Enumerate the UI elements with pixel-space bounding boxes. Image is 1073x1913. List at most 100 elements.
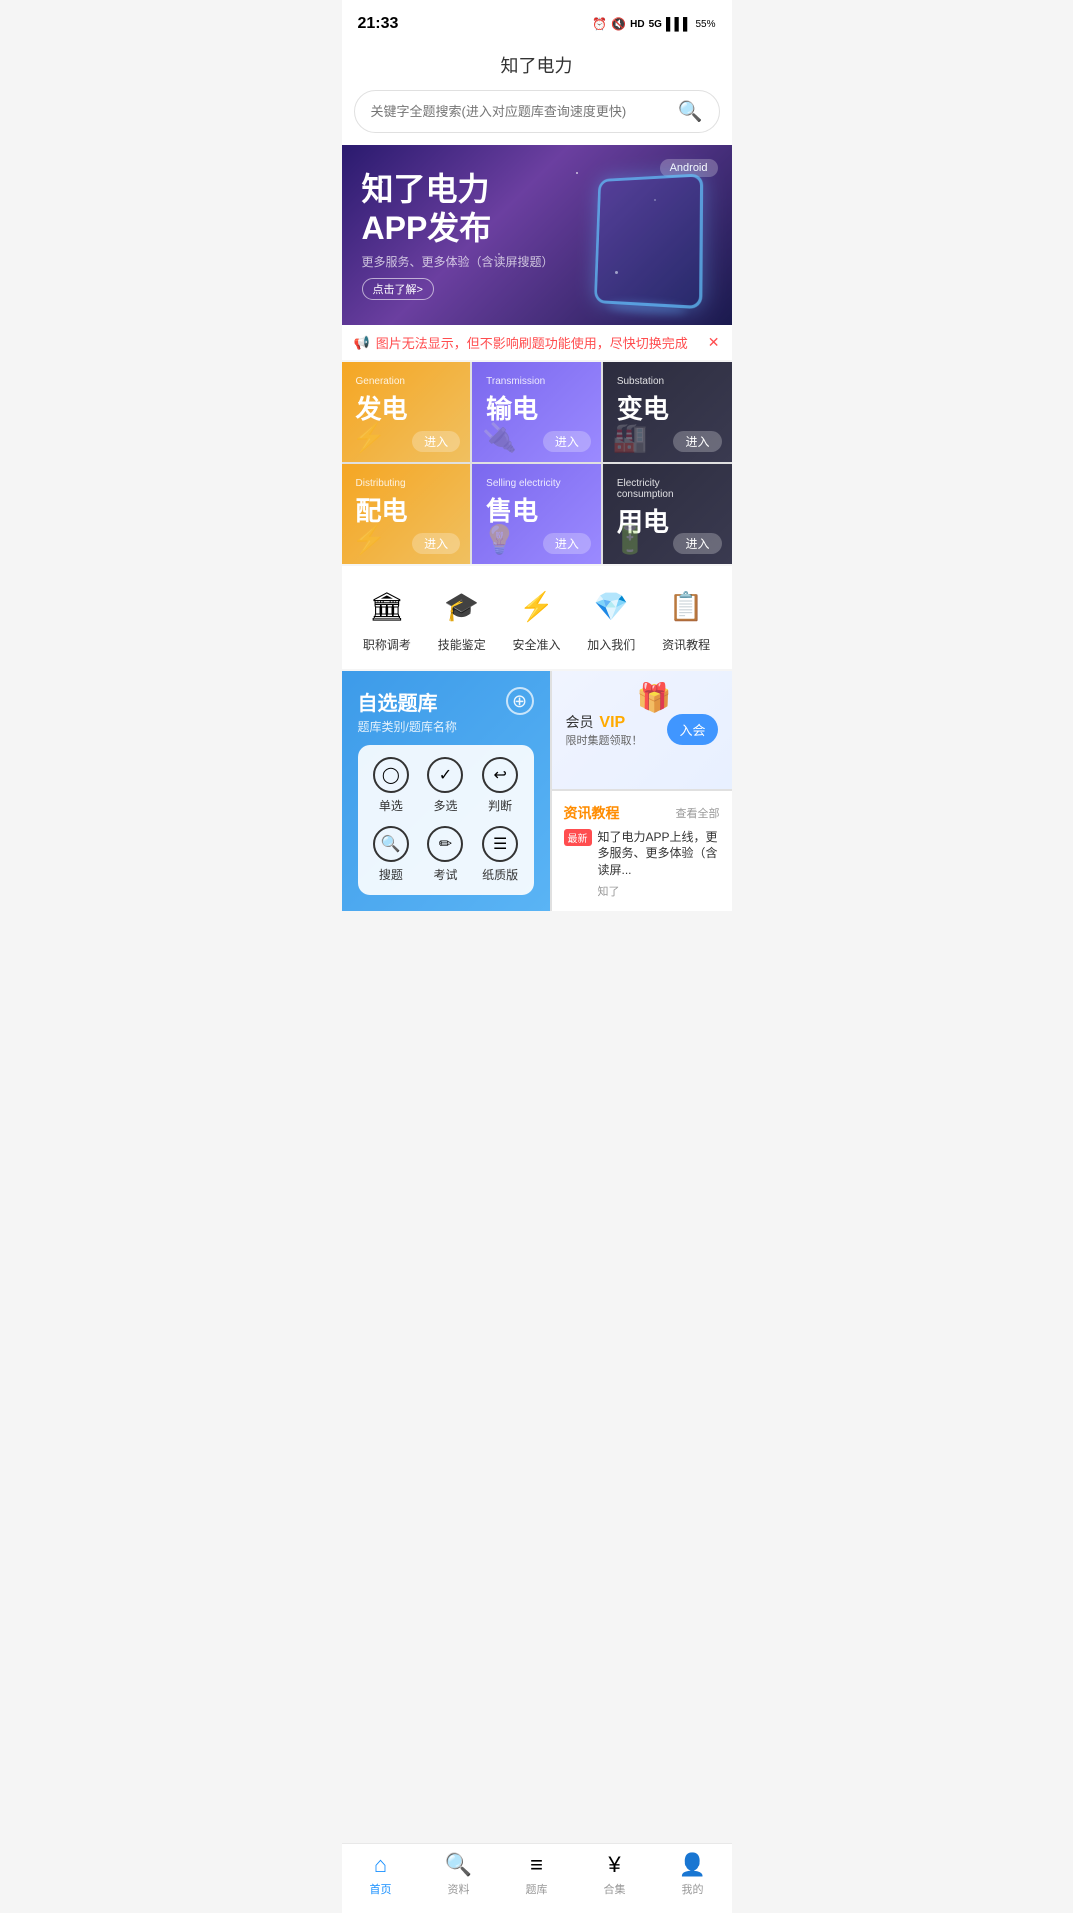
category-card-consumption[interactable]: Electricity consumption 用电 🔋 进入 <box>603 464 732 564</box>
category-en-distributing: Distributing <box>356 478 457 489</box>
bottom-navigation: ⌂ 首页 🔍 资料 ≡ 题库 ¥ 合集 👤 我的 <box>342 1843 732 1913</box>
nav-item-materials[interactable]: 🔍 资料 <box>429 1852 489 1897</box>
hd-icon: HD <box>630 19 644 30</box>
category-card-substation[interactable]: Substation 变电 🏭 进入 <box>603 362 732 462</box>
quick-link-safety[interactable]: ⚡ 安全准入 <box>512 582 560 653</box>
category-card-selling[interactable]: Selling electricity 售电 💡 进入 <box>472 464 601 564</box>
self-select-subtitle: 题库类别/题库名称 <box>358 718 534 735</box>
generation-enter-button[interactable]: 进入 <box>412 431 460 452</box>
bottom-section: ⊕ 自选题库 题库类别/题库名称 ◯ 单选 ✓ 多选 ↩ 判断 🔍 搜题 ✏ 考… <box>342 671 732 911</box>
news-item[interactable]: 最新 知了电力APP上线，更多服务、更多体验（含读屏... 知了 <box>564 829 720 899</box>
news-item-body: 知了电力APP上线，更多服务、更多体验（含读屏... 知了 <box>598 829 720 899</box>
transmission-enter-button[interactable]: 进入 <box>543 431 591 452</box>
type-judgment[interactable]: ↩ 判断 <box>479 757 522 814</box>
add-bank-button[interactable]: ⊕ <box>506 687 534 715</box>
quick-link-news[interactable]: 📋 资讯教程 <box>662 582 710 653</box>
nav-label-profile: 我的 <box>682 1881 704 1897</box>
banner-device-image <box>592 175 722 315</box>
news-link-label: 资讯教程 <box>662 636 710 653</box>
search-q-icon: 🔍 <box>373 826 409 862</box>
banner-learn-more-button[interactable]: 点击了解> <box>362 278 434 300</box>
category-en-transmission: Transmission <box>486 376 587 387</box>
single-choice-label: 单选 <box>379 797 403 814</box>
news-new-badge: 最新 <box>564 829 592 846</box>
vip-member-text: 会员 <box>566 714 594 730</box>
title-exam-icon: 🏛 <box>363 582 411 630</box>
home-icon: ⌂ <box>374 1852 387 1878</box>
vip-subtitle: 限时集题领取！ <box>566 732 643 748</box>
vip-badge: VIP <box>599 714 625 731</box>
nav-item-collection[interactable]: ¥ 合集 <box>585 1852 645 1897</box>
type-exam[interactable]: ✏ 考试 <box>424 826 467 883</box>
notice-text: 图片无法显示，但不影响刷题功能使用，尽快切换完成 <box>376 333 702 352</box>
profile-icon: 👤 <box>679 1852 706 1878</box>
mute-icon: 🔇 <box>611 17 626 31</box>
substation-icon: 🏭 <box>613 421 648 454</box>
exam-icon: ✏ <box>427 826 463 862</box>
question-bank-icon: ≡ <box>530 1852 543 1878</box>
quick-link-title-exam[interactable]: 🏛 职称调考 <box>363 582 411 653</box>
type-search[interactable]: 🔍 搜题 <box>370 826 413 883</box>
news-content: 知了电力APP上线，更多服务、更多体验（含读屏... <box>598 829 720 879</box>
quick-link-join[interactable]: 💎 加入我们 <box>587 582 635 653</box>
category-card-distributing[interactable]: Distributing 配电 ⚡ 进入 <box>342 464 471 564</box>
vip-info: 会员 VIP 限时集题领取！ <box>566 712 643 748</box>
status-icons: ⏰ 🔇 HD 5G ▌▌▌ 55% <box>592 17 715 31</box>
multi-choice-icon: ✓ <box>427 757 463 793</box>
category-en-substation: Substation <box>617 376 718 387</box>
notice-close-icon[interactable]: ✕ <box>708 334 720 351</box>
vip-title: 会员 VIP <box>566 712 643 732</box>
category-card-transmission[interactable]: Transmission 输电 🔌 进入 <box>472 362 601 462</box>
selling-enter-button[interactable]: 进入 <box>543 533 591 554</box>
collection-icon: ¥ <box>608 1852 620 1878</box>
page-title: 知了电力 <box>342 44 732 90</box>
quick-links: 🏛 职称调考 🎓 技能鉴定 ⚡ 安全准入 💎 加入我们 📋 资讯教程 <box>342 566 732 669</box>
selling-icon: 💡 <box>482 523 517 556</box>
judgment-label: 判断 <box>488 797 512 814</box>
exam-label: 考试 <box>433 866 457 883</box>
consumption-icon: 🔋 <box>613 523 648 556</box>
join-vip-button[interactable]: 入会 <box>667 714 717 745</box>
self-select-bank: ⊕ 自选题库 题库类别/题库名称 ◯ 单选 ✓ 多选 ↩ 判断 🔍 搜题 ✏ 考… <box>342 671 550 911</box>
battery-icon: 55% <box>695 19 715 30</box>
search-input-wrapper[interactable]: 🔍 <box>354 90 720 133</box>
category-card-generation[interactable]: Generation 发电 ⚡ 进入 <box>342 362 471 462</box>
quick-link-skill-cert[interactable]: 🎓 技能鉴定 <box>438 582 486 653</box>
type-multi-choice[interactable]: ✓ 多选 <box>424 757 467 814</box>
nav-label-collection: 合集 <box>604 1881 626 1897</box>
notice-speaker-icon: 📢 <box>354 335 370 351</box>
nav-label-materials: 资料 <box>448 1881 470 1897</box>
distributing-enter-button[interactable]: 进入 <box>412 533 460 554</box>
banner-text: 知了电力 APP发布 更多服务、更多体验（含读屏搜题） 点击了解> <box>342 150 574 320</box>
news-more-link[interactable]: 查看全部 <box>676 805 720 821</box>
news-card: 资讯教程 查看全部 最新 知了电力APP上线，更多服务、更多体验（含读屏... … <box>552 791 732 911</box>
title-exam-label: 职称调考 <box>363 636 411 653</box>
banner: 知了电力 APP发布 更多服务、更多体验（含读屏搜题） 点击了解> Androi… <box>342 145 732 325</box>
type-single-choice[interactable]: ◯ 单选 <box>370 757 413 814</box>
question-types-grid: ◯ 单选 ✓ 多选 ↩ 判断 🔍 搜题 ✏ 考试 ☰ 纸质版 <box>358 745 534 895</box>
single-choice-icon: ◯ <box>373 757 409 793</box>
banner-title-line2: APP发布 <box>362 209 554 247</box>
paper-icon: ☰ <box>482 826 518 862</box>
right-column: 会员 VIP 限时集题领取！ 🎁 入会 资讯教程 查看全部 最新 知了电力APP… <box>552 671 732 911</box>
device-glow <box>607 301 686 316</box>
join-label: 加入我们 <box>587 636 635 653</box>
notice-bar: 📢 图片无法显示，但不影响刷题功能使用，尽快切换完成 ✕ <box>342 325 732 360</box>
search-q-label: 搜题 <box>379 866 403 883</box>
type-paper[interactable]: ☰ 纸质版 <box>479 826 522 883</box>
news-card-title: 资讯教程 <box>564 803 620 823</box>
transmission-icon: 🔌 <box>482 421 517 454</box>
category-en-selling: Selling electricity <box>486 478 587 489</box>
category-grid: Generation 发电 ⚡ 进入 Transmission 输电 🔌 进入 … <box>342 362 732 564</box>
consumption-enter-button[interactable]: 进入 <box>673 533 721 554</box>
nav-item-home[interactable]: ⌂ 首页 <box>351 1852 411 1897</box>
search-bar: 🔍 <box>342 90 732 145</box>
search-icon[interactable]: 🔍 <box>678 99 703 124</box>
search-input[interactable] <box>371 104 678 119</box>
category-en-generation: Generation <box>356 376 457 387</box>
nav-item-profile[interactable]: 👤 我的 <box>663 1852 723 1897</box>
distributing-icon: ⚡ <box>352 523 387 556</box>
materials-icon: 🔍 <box>445 1852 472 1878</box>
substation-enter-button[interactable]: 进入 <box>673 431 721 452</box>
nav-item-question-bank[interactable]: ≡ 题库 <box>507 1852 567 1897</box>
